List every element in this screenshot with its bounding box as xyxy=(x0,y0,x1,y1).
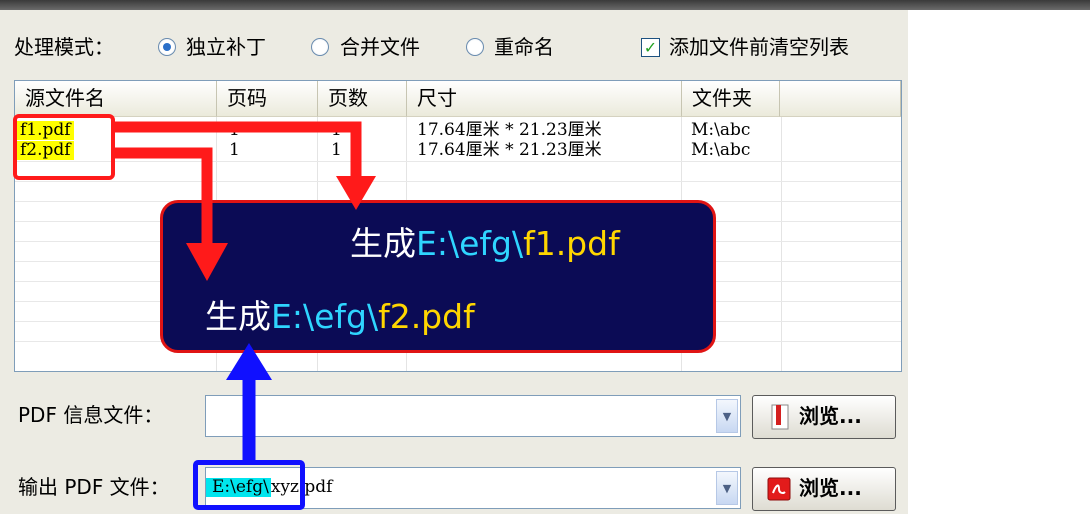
callout-path-text: E:\efg\ xyxy=(416,224,524,263)
chevron-down-icon: ▼ xyxy=(722,410,732,423)
pdf-info-combobox[interactable]: ▼ xyxy=(205,395,741,437)
output-path-annotation-box xyxy=(193,460,305,510)
clear-list-label[interactable]: 添加文件前清空列表 xyxy=(669,35,849,59)
callout-line-f2: 生成E:\efg\f2.pdf xyxy=(205,297,475,337)
radio-merge-files[interactable] xyxy=(311,38,329,56)
radio-rename-label[interactable]: 重命名 xyxy=(494,35,554,59)
output-browse-label: 浏览... xyxy=(799,476,862,500)
bookmark-icon xyxy=(771,404,789,430)
mode-label: 处理模式： xyxy=(14,35,114,59)
column-header-source-name[interactable]: 源文件名 xyxy=(15,81,217,117)
callout-file-text: f1.pdf xyxy=(523,224,620,263)
column-header-page[interactable]: 页码 xyxy=(217,81,318,117)
clear-list-checkbox[interactable]: ✓ xyxy=(641,38,660,57)
result-callout: 生成E:\efg\f1.pdf 生成E:\efg\f2.pdf xyxy=(160,200,716,353)
row-divider xyxy=(15,161,901,162)
cell-folder: M:\abc xyxy=(691,120,751,140)
radio-independent-patch-label[interactable]: 独立补丁 xyxy=(186,35,266,59)
column-header-folder[interactable]: 文件夹 xyxy=(682,81,780,117)
output-pdf-dropdown-button[interactable]: ▼ xyxy=(716,471,738,505)
cell-folder: M:\abc xyxy=(691,140,751,160)
row-divider xyxy=(15,181,901,182)
pdf-file-icon xyxy=(767,477,791,501)
radio-rename[interactable] xyxy=(466,38,484,56)
radio-merge-files-label[interactable]: 合并文件 xyxy=(340,35,420,59)
callout-path-text: E:\efg\ xyxy=(271,297,379,336)
column-divider xyxy=(781,117,782,371)
pdf-info-label: PDF 信息文件： xyxy=(18,403,164,427)
output-pdf-browse-button[interactable]: 浏览... xyxy=(752,467,896,511)
pdf-info-dropdown-button[interactable]: ▼ xyxy=(716,399,738,433)
cell-page-count: 1 xyxy=(331,120,342,140)
pdf-info-browse-button[interactable]: 浏览... xyxy=(752,395,896,439)
cell-page: 1 xyxy=(229,120,240,140)
callout-generate-text: 生成 xyxy=(205,297,271,336)
chevron-down-icon: ▼ xyxy=(722,482,732,495)
column-header-page-count[interactable]: 页数 xyxy=(318,81,407,117)
output-pdf-label: 输出 PDF 文件： xyxy=(18,475,170,499)
source-files-annotation-box xyxy=(13,114,115,180)
callout-generate-text: 生成 xyxy=(350,224,416,263)
cell-page: 1 xyxy=(229,140,240,160)
callout-file-text: f2.pdf xyxy=(378,297,475,336)
cell-size: 17.64厘米 * 21.23厘米 xyxy=(417,140,602,160)
callout-line-f1: 生成E:\efg\f1.pdf xyxy=(350,224,620,264)
cell-page-count: 1 xyxy=(331,140,342,160)
window-top-bar xyxy=(0,0,1090,10)
cell-size: 17.64厘米 * 21.23厘米 xyxy=(417,120,602,140)
column-header-size[interactable]: 尺寸 xyxy=(407,81,682,117)
pdf-info-browse-label: 浏览... xyxy=(799,404,862,428)
radio-independent-patch[interactable] xyxy=(158,38,176,56)
column-header-empty xyxy=(780,81,901,117)
